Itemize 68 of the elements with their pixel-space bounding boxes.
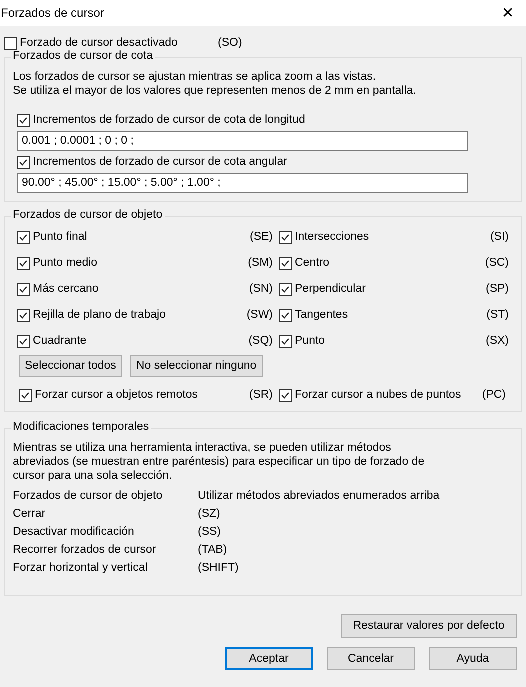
shortcut-label: (SP): [486, 283, 509, 295]
checkbox-label: Tangentes: [295, 309, 348, 321]
window-title: Forzados de cursor: [1, 6, 104, 20]
checkbox-label: Incrementos de forzado de cursor de cota de longitud: [33, 114, 306, 126]
checkbox-label: Rejilla de plano de trabajo: [33, 309, 166, 321]
checkbox-label: Punto: [295, 335, 326, 347]
shortcut-label: (SR): [249, 389, 273, 401]
group-title: Forzados de cursor de objeto: [11, 209, 165, 221]
description-text: Mientras se utiliza una herramienta interactiva, se pueden utilizar métodos abreviados (se muestran entre paréntesis) para especificar un tipo de forzado de cursor para una sola selección.: [13, 441, 426, 483]
description-text: Los forzados de cursor se ajustan mientras se aplica zoom a las vistas. Se utiliza el mayor de los valores que representen menos de 2 mm en pantalla.: [13, 70, 418, 98]
checkbox-label: Perpendicular: [295, 283, 366, 295]
shortcut-label: (SO): [218, 37, 242, 49]
checkbox[interactable]: [279, 256, 292, 270]
checkbox-label: Forzado de cursor desactivado: [20, 37, 179, 49]
shortcut-label: (SI): [490, 231, 509, 243]
checkbox-label: Centro: [295, 257, 330, 269]
checkbox[interactable]: [279, 334, 292, 348]
shortcut-label: (SQ): [248, 335, 273, 347]
dialog-button[interactable]: Aceptar: [225, 647, 313, 670]
group-title: Forzados de cursor de cota: [11, 50, 155, 62]
override-name: Cerrar: [13, 507, 47, 521]
restore-defaults-button[interactable]: Restaurar valores por defecto: [341, 614, 517, 638]
dialog-button[interactable]: Ayuda: [429, 647, 517, 670]
shortcut-label: (SC): [485, 257, 509, 269]
checkbox[interactable]: [17, 230, 30, 244]
checkbox-label: Forzar cursor a objetos remotos: [35, 389, 198, 401]
checkbox[interactable]: [17, 156, 30, 168]
checkbox[interactable]: [19, 388, 32, 402]
checkbox[interactable]: [17, 308, 30, 322]
checkbox[interactable]: [279, 230, 292, 244]
input-field[interactable]: 90.00° ; 45.00° ; 15.00° ; 5.00° ; 1.00° ;: [17, 173, 468, 193]
checkbox-label: Punto final: [33, 231, 88, 243]
override-name: Forzar horizontal y vertical: [13, 561, 149, 575]
select-button[interactable]: No seleccionar ninguno: [130, 355, 263, 377]
dialog-button[interactable]: Cancelar: [327, 647, 415, 670]
override-shortcut: (SHIFT): [198, 561, 240, 575]
checkbox-label: Incrementos de forzado de cursor de cota angular: [33, 156, 288, 168]
shortcut-label: (SX): [486, 335, 509, 347]
checkbox[interactable]: [279, 282, 292, 296]
shortcut-label: (SE): [250, 231, 273, 243]
checkbox[interactable]: [17, 282, 30, 296]
checkbox[interactable]: [4, 36, 17, 50]
override-name: Recorrer forzados de cursor: [13, 543, 158, 557]
checkbox[interactable]: [279, 308, 292, 322]
select-button[interactable]: Seleccionar todos: [19, 355, 122, 377]
checkbox-label: Más cercano: [33, 283, 99, 295]
override-shortcut: (SS): [198, 525, 222, 539]
checkbox[interactable]: [17, 256, 30, 270]
shortcut-label: (SN): [249, 283, 273, 295]
checkbox[interactable]: [17, 334, 30, 348]
override-name: Desactivar modificación: [13, 525, 136, 539]
override-shortcut: Utilizar métodos abreviados enumerados arriba: [198, 489, 441, 503]
checkbox-label: Punto medio: [33, 257, 98, 269]
checkbox-label: Forzar cursor a nubes de puntos: [295, 389, 462, 401]
shortcut-label: (SM): [248, 257, 273, 269]
shortcut-label: (ST): [486, 309, 509, 321]
override-name: Forzados de cursor de objeto: [13, 489, 164, 503]
checkbox[interactable]: [17, 114, 30, 126]
checkbox[interactable]: [279, 388, 292, 402]
checkbox-label: Intersecciones: [295, 231, 370, 243]
shortcut-label: (PC): [482, 389, 506, 401]
group-title: Modificaciones temporales: [11, 421, 152, 433]
close-button[interactable]: ✕: [490, 0, 526, 26]
input-field[interactable]: 0.001 ; 0.0001 ; 0 ; 0 ;: [17, 131, 468, 151]
checkbox-label: Cuadrante: [33, 335, 87, 347]
override-shortcut: (SZ): [198, 507, 222, 521]
override-shortcut: (TAB): [198, 543, 228, 557]
shortcut-label: (SW): [246, 309, 273, 321]
